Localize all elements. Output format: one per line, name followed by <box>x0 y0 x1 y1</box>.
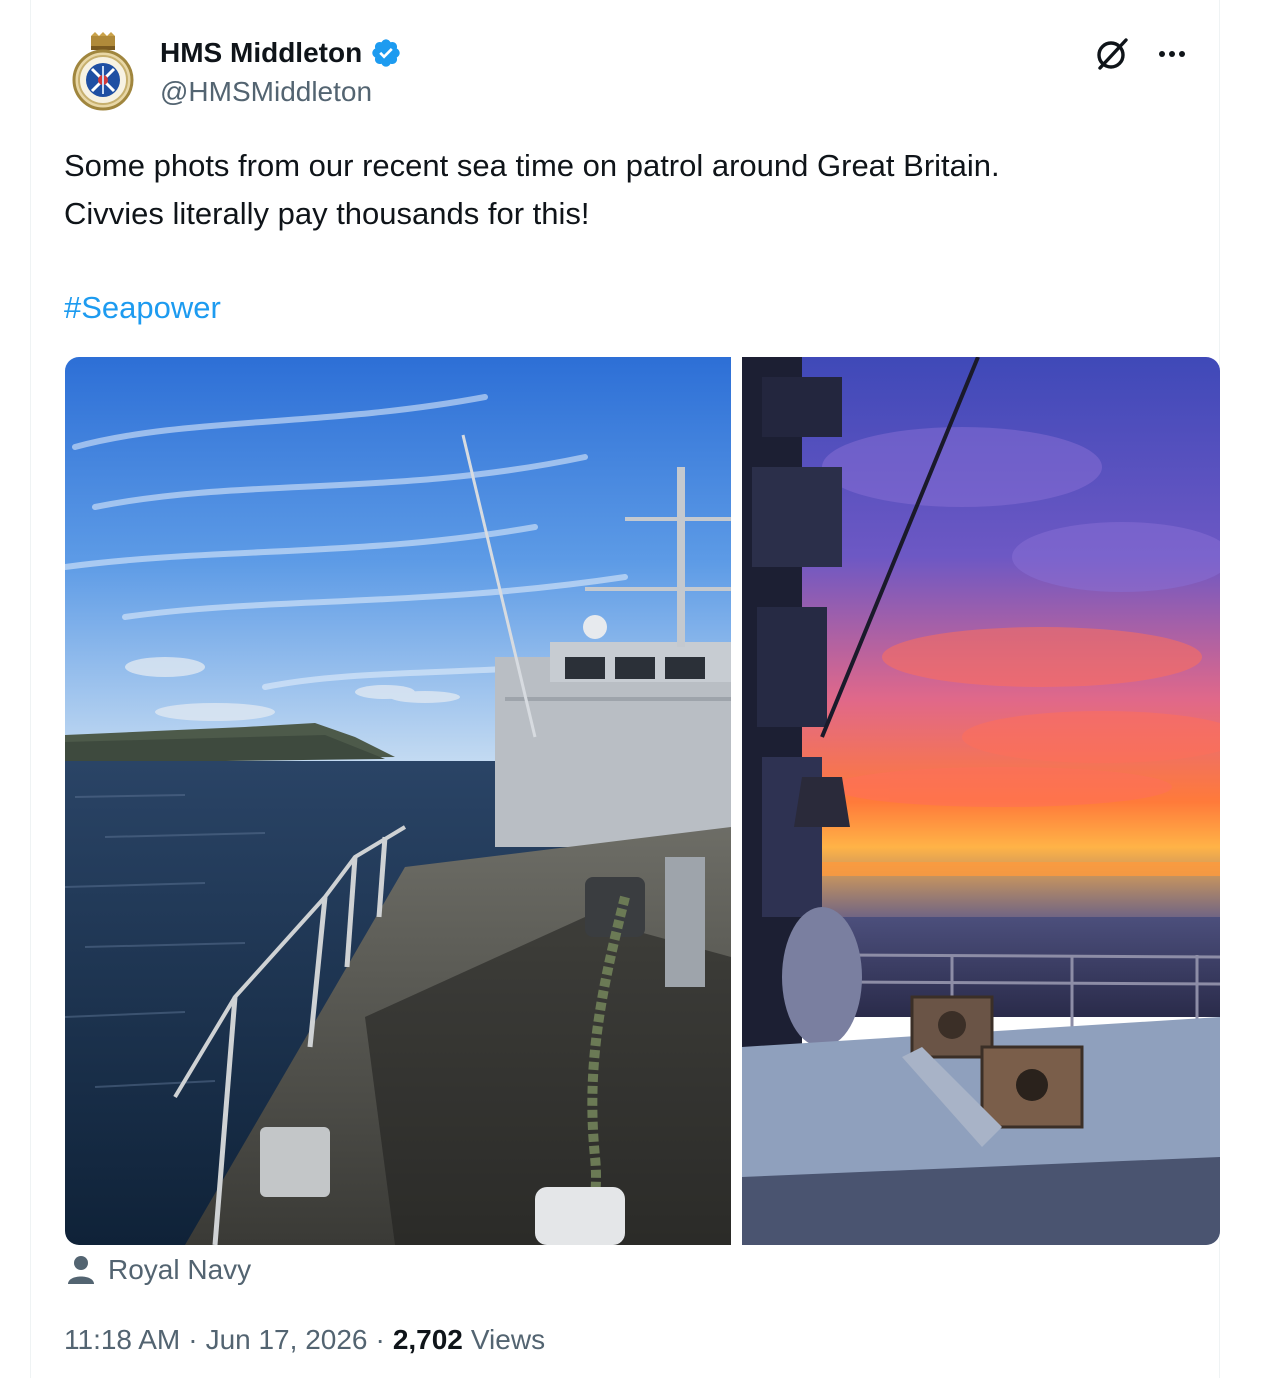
views-label: Views <box>470 1324 546 1355</box>
person-icon <box>68 1256 94 1284</box>
grok-icon[interactable] <box>1092 34 1132 74</box>
ship-deck-sunset-photo[interactable] <box>742 357 1220 1245</box>
author-handle[interactable]: @HMSMiddleton <box>160 76 372 108</box>
more-horizontal-icon[interactable] <box>1154 36 1190 72</box>
tweet-date[interactable]: Jun 17, 2026 <box>206 1324 368 1356</box>
tweet-text: Some phots from our recent sea time on p… <box>64 148 1000 231</box>
warship-bow-daytime-photo[interactable] <box>65 357 731 1245</box>
tweet-top-actions <box>1092 34 1190 74</box>
meta-separator: · <box>375 1324 385 1355</box>
views-count: 2,702 <box>392 1324 463 1355</box>
tweet-meta: 11:18 AM · Jun 17, 2026 · 2,702 Views <box>64 1324 545 1356</box>
avatar[interactable] <box>70 32 136 112</box>
media-grid <box>65 357 1220 1245</box>
author-display-name[interactable]: HMS Middleton <box>160 37 362 69</box>
tagged-user[interactable]: Royal Navy <box>66 1254 251 1286</box>
ship-crest-icon <box>72 32 134 111</box>
hashtag-link[interactable]: #Seapower <box>64 286 221 330</box>
tweet-time[interactable]: 11:18 AM <box>64 1324 180 1356</box>
author-name-row[interactable]: HMS Middleton <box>160 34 402 72</box>
verified-badge-icon[interactable] <box>370 37 402 69</box>
tagged-user-name[interactable]: Royal Navy <box>108 1254 251 1286</box>
meta-separator: · <box>188 1324 198 1355</box>
